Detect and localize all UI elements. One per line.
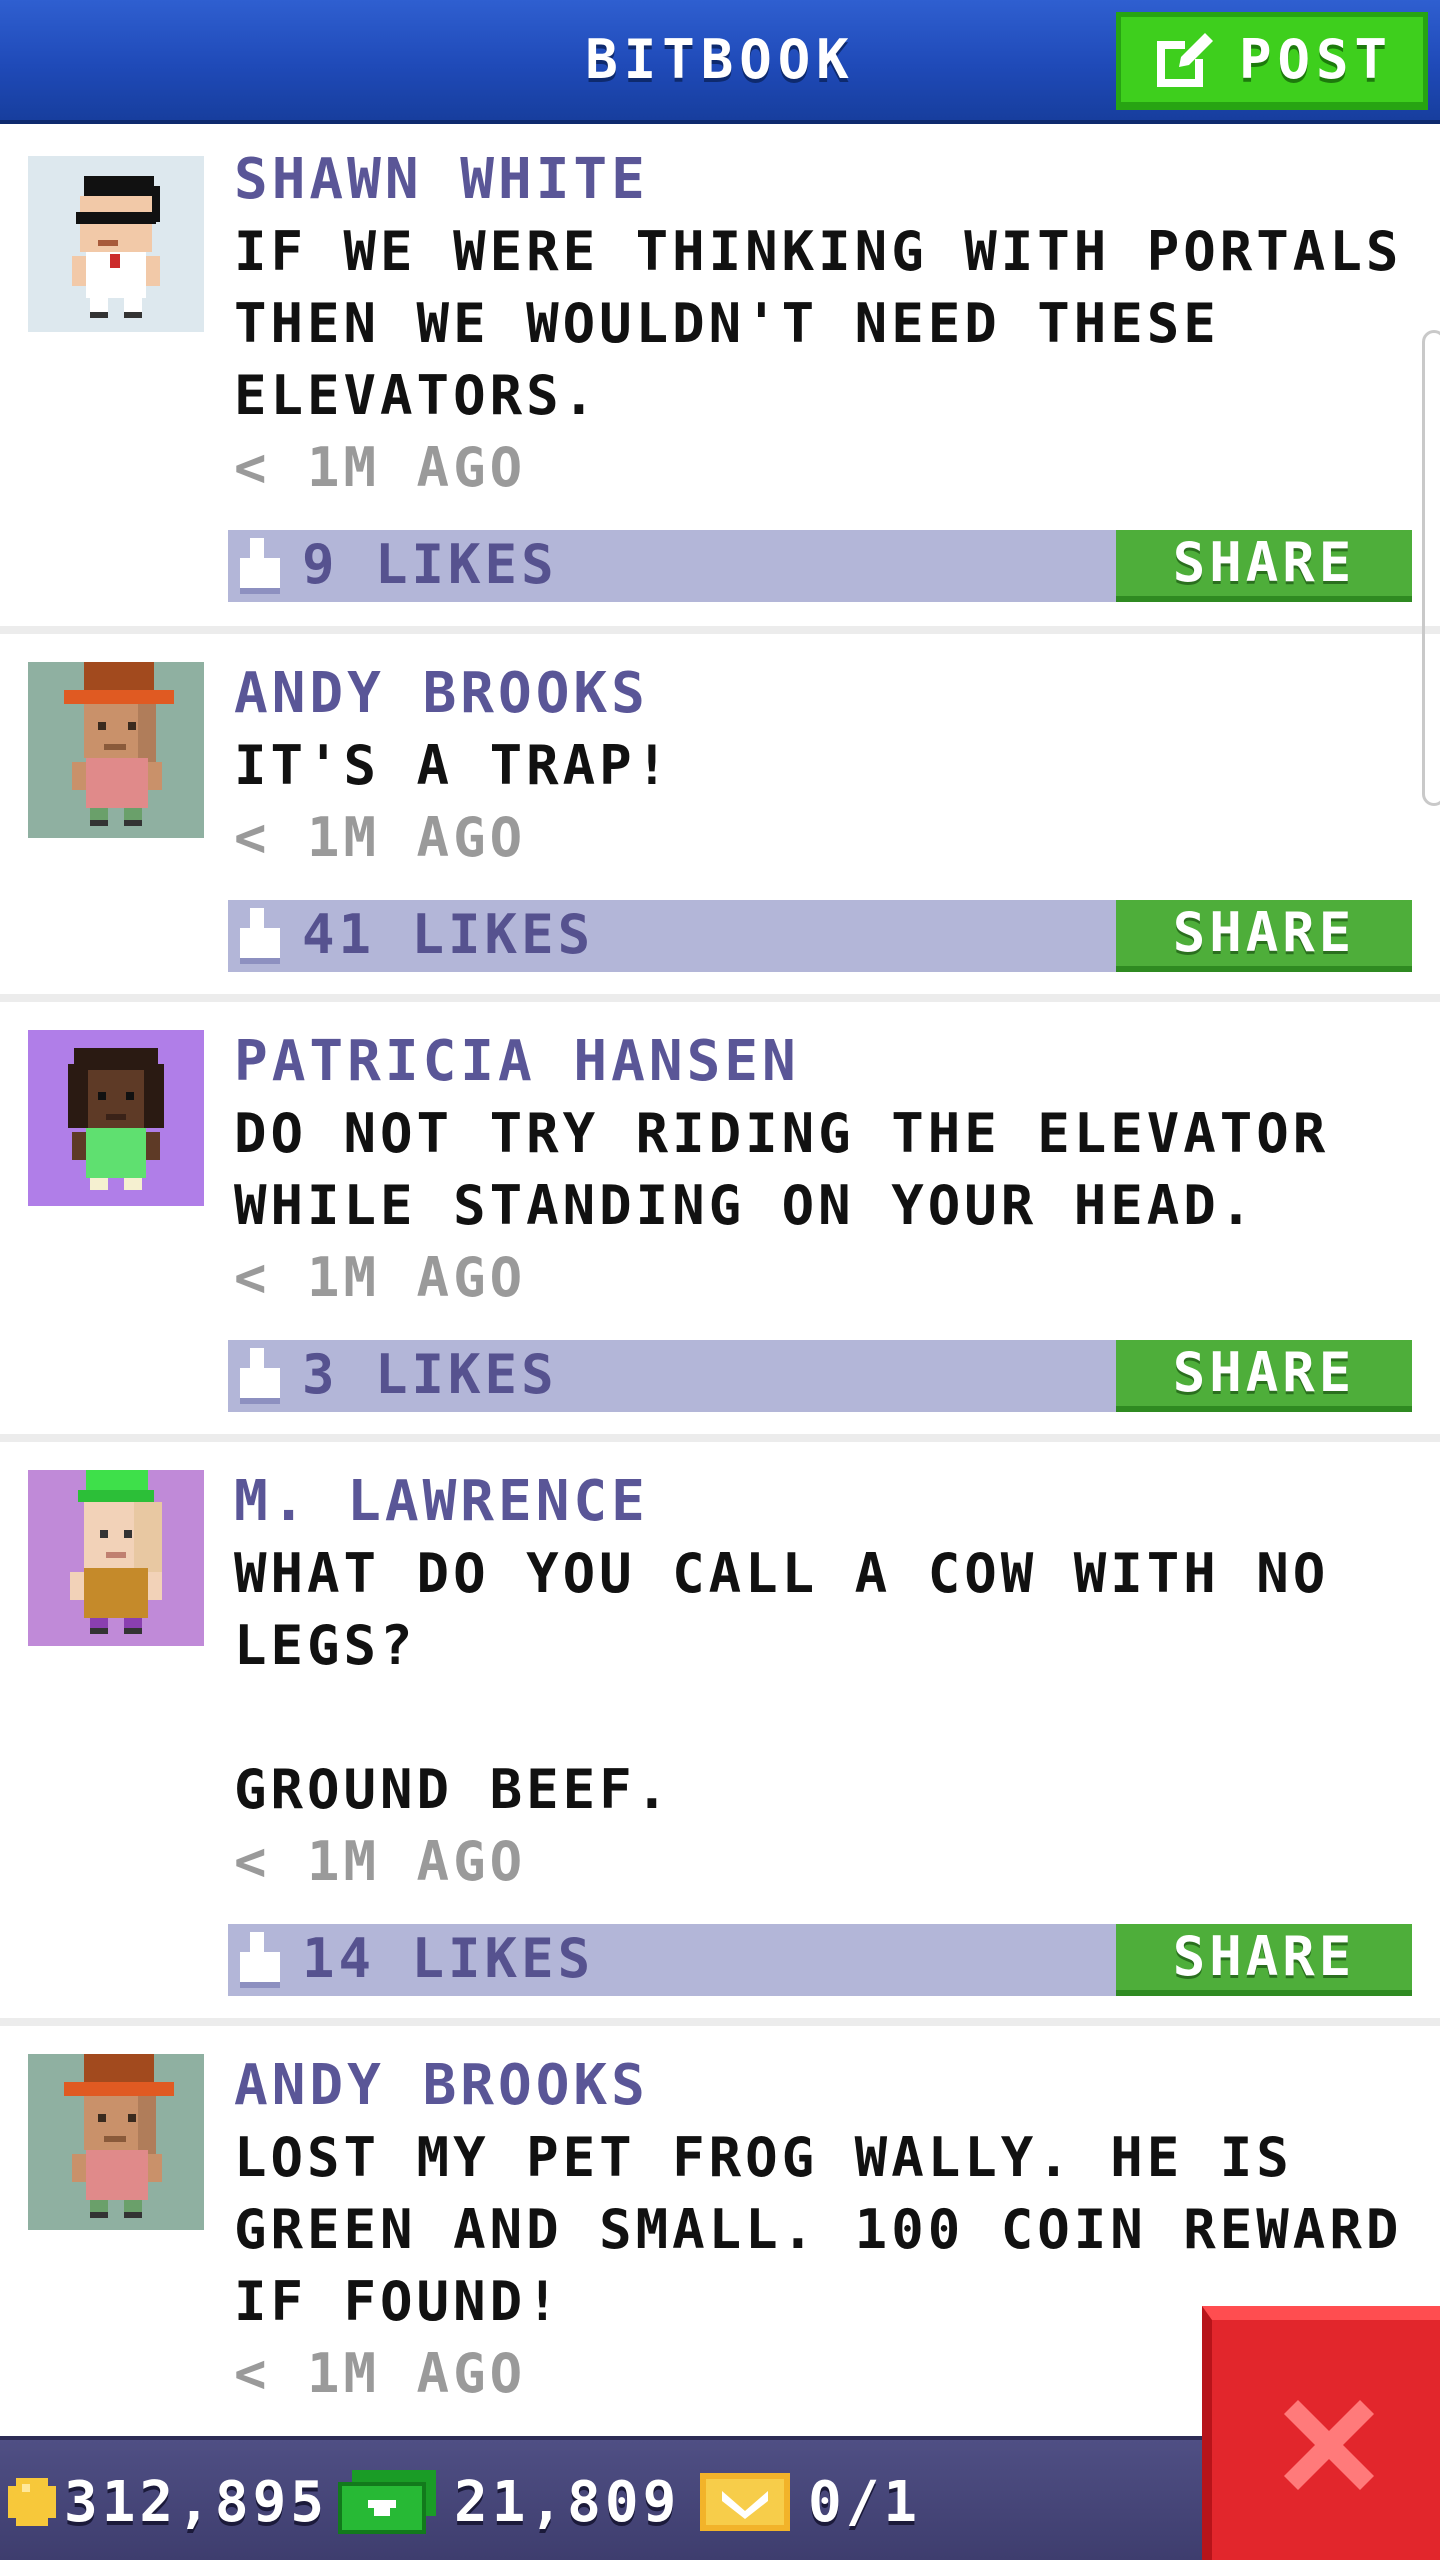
close-button[interactable] [1202,2306,1440,2560]
avatar [28,662,204,838]
post-author[interactable]: ANDY BROOKS [234,658,649,730]
like-bar: 3 LIKES SHARE [228,1340,1412,1412]
post-time: < 1M AGO [234,806,527,869]
post-card: PATRICIA HANSEN DO NOT TRY RIDING THE EL… [0,1002,1440,1442]
close-icon [1212,2390,1440,2500]
edit-icon [1151,27,1217,93]
app-header: BITBOOK POST [0,0,1440,124]
post-author[interactable]: SHAWN WHITE [234,144,649,216]
tickets-amount: 0/1 [808,2469,922,2535]
tickets-stat: 0/1 [700,2440,921,2564]
share-button[interactable]: SHARE [1116,1924,1412,1996]
post-button[interactable]: POST [1116,12,1428,110]
coins-amount: 312,895 [64,2469,329,2535]
thumb-up-icon [236,1932,284,1992]
like-button[interactable]: 14 LIKES [236,1908,590,1996]
like-bar: 14 LIKES SHARE [228,1924,1412,1996]
post-message: IF WE WERE THINKING WITH PORTALS THEN WE… [234,220,1403,427]
avatar [28,1030,204,1206]
like-button[interactable]: 3 LIKES [236,1324,554,1412]
post-message: IT'S A TRAP! [234,734,673,797]
likes-count: 41 LIKES [302,903,595,966]
like-button[interactable]: 41 LIKES [236,884,590,972]
scroll-indicator[interactable] [1422,330,1440,806]
like-bar: 9 LIKES SHARE [228,530,1412,602]
thumb-up-icon [236,908,284,968]
share-button[interactable]: SHARE [1116,900,1412,972]
ticket-icon [700,2473,808,2531]
post-author[interactable]: M. LAWRENCE [234,1466,649,1538]
post-time: < 1M AGO [234,1246,527,1309]
post-time: < 1M AGO [234,2342,527,2405]
post-time: < 1M AGO [234,436,527,499]
post-button-label: POST [1238,28,1394,91]
coin-icon [4,2474,64,2530]
post-card: SHAWN WHITE IF WE WERE THINKING WITH POR… [0,124,1440,634]
post-message: WHAT DO YOU CALL A COW WITH NO LEGS? GRO… [234,1542,1330,1821]
post-message: DO NOT TRY RIDING THE ELEVATOR WHILE STA… [234,1102,1330,1237]
thumb-up-icon [236,538,284,598]
bux-stat: 21,809 [338,2440,680,2564]
post-author[interactable]: ANDY BROOKS [234,2050,649,2122]
avatar [28,2054,204,2230]
post-time: < 1M AGO [234,1830,527,1893]
likes-count: 3 LIKES [302,1343,558,1406]
post-author[interactable]: PATRICIA HANSEN [234,1026,800,1098]
share-button[interactable]: SHARE [1116,1340,1412,1412]
avatar [28,156,204,332]
thumb-up-icon [236,1348,284,1408]
post-card: ANDY BROOKS IT'S A TRAP! < 1M AGO 41 LIK… [0,634,1440,1002]
like-button[interactable]: 9 LIKES [236,514,554,602]
like-bar: 41 LIKES SHARE [228,900,1412,972]
likes-count: 14 LIKES [302,1927,595,1990]
bux-icon [338,2470,454,2534]
bux-amount: 21,809 [454,2469,681,2535]
avatar [28,1470,204,1646]
share-button[interactable]: SHARE [1116,530,1412,602]
coins-stat: 312,895 [4,2440,328,2564]
likes-count: 9 LIKES [302,533,558,596]
post-card: M. LAWRENCE WHAT DO YOU CALL A COW WITH … [0,1442,1440,2026]
